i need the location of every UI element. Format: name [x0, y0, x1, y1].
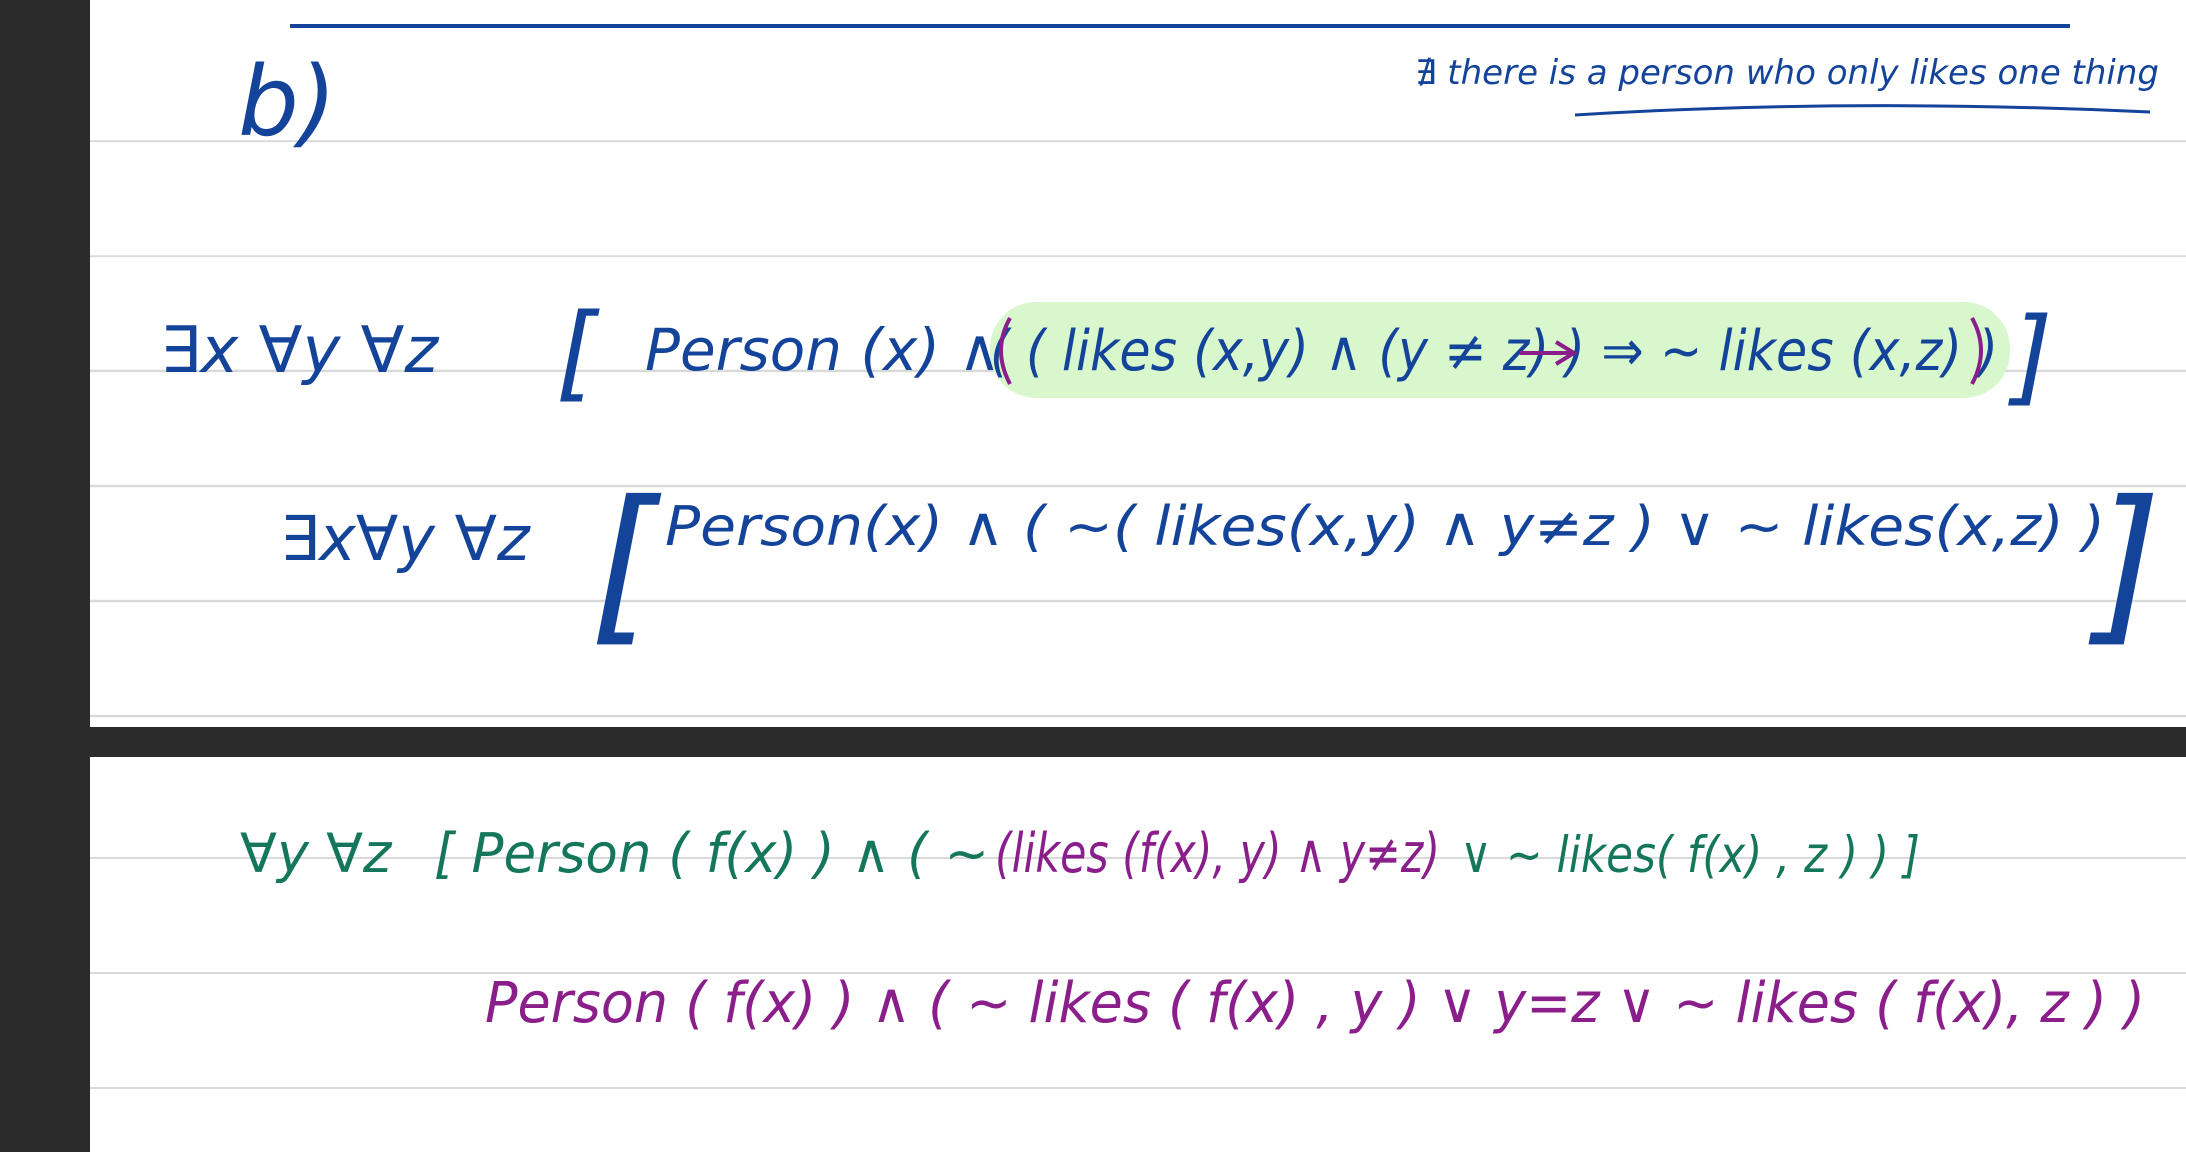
note-page-top — [90, 0, 2186, 727]
note-page-bottom — [90, 757, 2186, 1152]
notes-canvas: b) ∄ there is a person who only likes on… — [0, 0, 2186, 1152]
